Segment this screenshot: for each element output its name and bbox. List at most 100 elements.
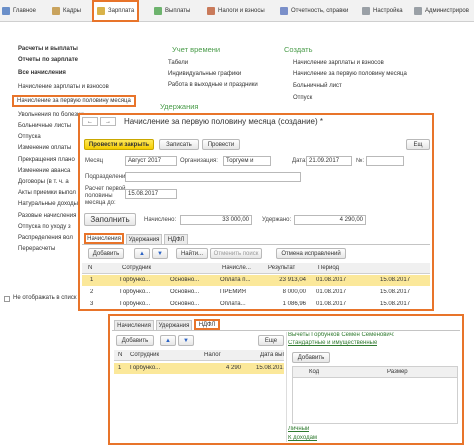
create-vacation[interactable]: Отпуск xyxy=(293,95,312,101)
link-timesheets[interactable]: Табели xyxy=(168,60,188,66)
standard-deductions-link[interactable]: Стандартные и имущественные xyxy=(288,340,377,346)
post-button[interactable]: Провести xyxy=(202,139,240,150)
department-field[interactable] xyxy=(125,172,301,182)
ndfl-grid-header: N Сотрудник Налог Дата выпла... xyxy=(114,350,284,361)
save-button[interactable]: Записать xyxy=(159,139,199,150)
link-sick-leaves[interactable]: Больничные листы xyxy=(18,123,71,129)
link-settlements[interactable]: Расчеты и выплаты xyxy=(18,46,78,52)
nav-administration[interactable]: Администриров xyxy=(414,0,469,22)
document-window: ← → Начисление за первую половину месяца… xyxy=(78,113,434,311)
nav-salary[interactable]: Зарплата xyxy=(92,0,140,22)
personal-link[interactable]: Личный xyxy=(288,426,309,432)
add-button[interactable]: Добавить xyxy=(88,248,124,259)
tab-deductions[interactable]: Удержания xyxy=(126,234,162,244)
ndfl-move-down-button[interactable]: ▼ xyxy=(178,335,194,346)
payments-icon xyxy=(154,7,162,15)
create-sick-leave[interactable]: Больничный лист xyxy=(293,83,342,89)
create-salary-accrual[interactable]: Начисление зарплаты и взносов xyxy=(293,60,384,66)
organization-label: Организация: xyxy=(180,158,218,164)
calc-until-field[interactable]: 15.08.2017 xyxy=(125,189,177,199)
nav-taxes[interactable]: Налоги и взносы xyxy=(207,0,265,22)
cancel-search-button[interactable]: Отменить поиск xyxy=(210,248,262,259)
move-down-button[interactable]: ▼ xyxy=(152,248,168,259)
link-planned-stop[interactable]: Прекращения плано xyxy=(18,157,75,163)
create-first-half-accrual[interactable]: Начисление за первую половину месяца xyxy=(293,71,407,77)
link-one-time-accruals[interactable]: Разовые начисления xyxy=(18,213,76,219)
ndfl-tab-ndfl[interactable]: НДФЛ xyxy=(194,319,220,330)
nav-personnel[interactable]: Кадры xyxy=(52,0,81,22)
month-field[interactable]: Август 2017 xyxy=(125,156,177,166)
col-employee: Сотрудник xyxy=(122,265,152,271)
link-recalculations[interactable]: Перерасчеты xyxy=(18,246,55,252)
row1-period-end: 15.08.2017 xyxy=(380,277,411,283)
nav-reports[interactable]: Отчетность, справки xyxy=(280,0,348,22)
row2-period-start: 01.08.2017 xyxy=(316,289,347,295)
link-distributions[interactable]: Распределения вол xyxy=(18,235,73,241)
hide-checkbox[interactable] xyxy=(4,296,10,302)
number-field[interactable] xyxy=(366,156,404,166)
link-salary-reports[interactable]: Отчеты по зарплате xyxy=(18,57,78,63)
ndfl-move-up-button[interactable]: ▲ xyxy=(160,335,176,346)
cancel-corrections-button[interactable]: Отмена исправлений xyxy=(276,248,346,259)
row1-n: 1 xyxy=(90,277,94,283)
link-natural-income[interactable]: Натуральные доходы xyxy=(18,201,78,207)
forward-button[interactable]: → xyxy=(100,117,116,126)
home-icon xyxy=(2,7,10,15)
link-individual-schedules[interactable]: Индивидуальные графики xyxy=(168,71,241,77)
calc-label-line1: Расчет первой xyxy=(85,186,126,192)
calc-label-line2: половины xyxy=(85,193,113,199)
tab-accruals[interactable]: Начисления xyxy=(84,233,124,244)
nav-main[interactable]: Главное xyxy=(2,0,36,22)
row3-dept: Основно... xyxy=(170,301,200,307)
organization-field[interactable]: Торгуем и xyxy=(223,156,271,166)
income-link[interactable]: К доходам xyxy=(288,435,317,441)
ndfl-more-button[interactable]: Еще xyxy=(258,335,284,346)
row1-employee: Горбунко... xyxy=(120,277,151,283)
move-up-button[interactable]: ▲ xyxy=(134,248,150,259)
ndfl-splitter[interactable] xyxy=(286,332,287,442)
ndfl-col-tax: Налог xyxy=(204,352,221,358)
link-all-accruals[interactable]: Все начисления xyxy=(18,70,66,76)
nav-settings[interactable]: Настройка xyxy=(362,0,403,22)
row2-result: 8 000,00 xyxy=(282,289,306,295)
link-pay-change[interactable]: Изменение оплаты xyxy=(18,145,71,151)
row3-period-end: 15.08.2017 xyxy=(380,301,411,307)
deductions-table: Код Размер xyxy=(292,366,458,424)
ndfl-add-button[interactable]: Добавить xyxy=(116,335,154,346)
post-and-close-button[interactable]: Провести и закрыть xyxy=(84,139,154,150)
link-childcare-leave[interactable]: Отпуска по уходу з xyxy=(18,224,71,230)
nav-payments[interactable]: Выплаты xyxy=(154,0,190,22)
col-code: Код xyxy=(309,369,320,375)
arrow-up-icon: ▲ xyxy=(165,337,171,344)
row2-employee: Горбунко... xyxy=(120,289,151,295)
link-contracts[interactable]: Договоры (в т. ч. а xyxy=(18,179,69,185)
deductions-add-button[interactable]: Добавить xyxy=(292,352,330,363)
find-button[interactable]: Найти... xyxy=(176,248,208,259)
ndfl-col-n: N xyxy=(118,352,123,358)
hide-checkbox-label: Не отображать в списк xyxy=(13,295,77,301)
row1-result: 23 913,04 xyxy=(279,277,306,283)
tab-ndfl[interactable]: НДФЛ xyxy=(164,234,188,244)
more-button[interactable]: Ещ xyxy=(406,139,430,150)
ndfl-tab-accruals[interactable]: Начисления xyxy=(114,320,154,330)
fill-button[interactable]: Заполнить xyxy=(84,213,136,226)
row1-period-start: 01.08.2017 xyxy=(316,277,347,283)
link-advance-change[interactable]: Изменение аванса xyxy=(18,168,70,174)
row3-accrual: Оплата... xyxy=(220,301,246,307)
link-weekend-work[interactable]: Работа в выходные и праздники xyxy=(168,82,258,88)
link-vacations[interactable]: Отпуска xyxy=(18,134,41,140)
create-heading: Создать xyxy=(284,45,313,54)
link-first-half-accrual[interactable]: Начисление за первую половину месяца xyxy=(12,95,136,107)
link-acceptance-acts[interactable]: Акты приемки выпол xyxy=(18,190,76,196)
link-salary-accrual[interactable]: Начисление зарплаты и взносов xyxy=(18,84,109,90)
back-button[interactable]: ← xyxy=(82,117,98,126)
date-field[interactable]: 21.09.2017 xyxy=(306,156,352,166)
col-size: Размер xyxy=(387,369,408,375)
arrow-down-icon: ▼ xyxy=(157,250,163,257)
forward-arrow-icon: → xyxy=(105,118,111,125)
ndfl-tab-deductions[interactable]: Удержания xyxy=(156,320,192,330)
withheld-label: Удержано: xyxy=(262,217,292,223)
deductions-grid-header: Код Размер xyxy=(293,367,457,378)
row3-period-start: 01.08.2017 xyxy=(316,301,347,307)
link-dismissals[interactable]: Увольнения по болезни xyxy=(18,112,84,118)
